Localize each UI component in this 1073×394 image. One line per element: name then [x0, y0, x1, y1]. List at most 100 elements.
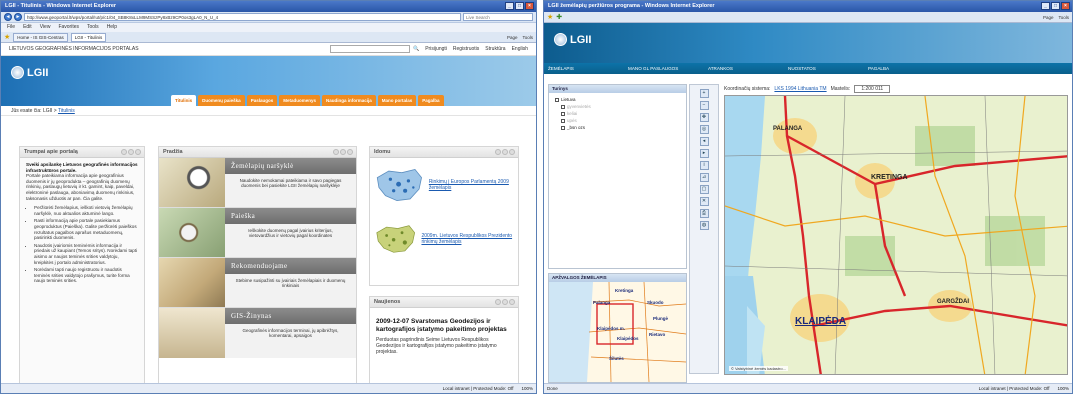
- panel-menu-icon[interactable]: [495, 299, 501, 305]
- full-extent-icon[interactable]: ◎: [699, 125, 709, 134]
- structure-link[interactable]: Struktūra: [485, 46, 505, 52]
- tab-lgii[interactable]: LGII - Titulinis: [70, 32, 107, 42]
- favorites-star-icon[interactable]: ★: [547, 13, 553, 21]
- maximize-button[interactable]: □: [515, 2, 524, 10]
- about-panel: Trumpai apie portalą Sveiki apsilankę Li…: [19, 146, 145, 384]
- print-icon[interactable]: ⎙: [699, 209, 709, 218]
- coord-system-link[interactable]: LKS 1994 Lithuania TM: [774, 86, 826, 92]
- menu-tools[interactable]: Tools: [87, 24, 99, 31]
- layer-checkbox[interactable]: [555, 97, 559, 102]
- menu-help[interactable]: Help: [107, 24, 117, 31]
- panel-minimize-icon[interactable]: [340, 149, 346, 155]
- window-controls: _ □ ×: [1041, 2, 1070, 10]
- forward-icon[interactable]: ►: [14, 13, 22, 21]
- menu-view[interactable]: View: [40, 24, 51, 31]
- clear-icon[interactable]: ✕: [699, 197, 709, 206]
- search-input[interactable]: Live Search: [463, 13, 533, 21]
- nav-search[interactable]: Duomenų paieška: [198, 95, 245, 106]
- page-menu[interactable]: Page: [1043, 15, 1054, 20]
- layer-checkbox[interactable]: [561, 104, 565, 109]
- menu-selections[interactable]: ATRANKOS: [708, 66, 788, 71]
- map-canvas[interactable]: PALANGA KRETINGA KLAIPĖDA GARGŽDAI © Val…: [724, 95, 1068, 375]
- president-election-map-link[interactable]: 2009m. Lietuvos Respublikos Prezidento r…: [421, 233, 514, 245]
- measure-icon[interactable]: ⊿: [699, 173, 709, 182]
- close-button[interactable]: ×: [525, 2, 534, 10]
- lgii-logo[interactable]: LGII: [554, 33, 591, 46]
- favorites-star-icon[interactable]: ★: [4, 33, 10, 41]
- prev-extent-icon[interactable]: ◂: [699, 137, 709, 146]
- layer-checkbox[interactable]: [561, 125, 565, 130]
- nav-myportal[interactable]: Mano portalas: [377, 95, 417, 106]
- select-icon[interactable]: ▢: [699, 185, 709, 194]
- login-link[interactable]: Prisijungti: [425, 46, 447, 52]
- menu-settings[interactable]: NUOSTATOS: [788, 66, 868, 71]
- menu-file[interactable]: File: [7, 24, 15, 31]
- minimize-button[interactable]: _: [1041, 2, 1050, 10]
- panel-minimize-icon[interactable]: [502, 149, 508, 155]
- breadcrumb-current[interactable]: Titulinis: [58, 108, 75, 114]
- layer-item[interactable]: keliai: [555, 110, 680, 117]
- english-link[interactable]: English: [512, 46, 528, 52]
- feature-recommended[interactable]: Rekomenduojame Stebime susipažinti su įva…: [159, 258, 356, 308]
- news-title[interactable]: 2009-12-07 Svarstomas Geodezijos ir kart…: [376, 318, 512, 333]
- search-icon[interactable]: 🔍: [413, 46, 419, 52]
- panel-menu-icon[interactable]: [121, 149, 127, 155]
- eu-election-map-link[interactable]: Rinkimų į Europos Parlamentą 2009 žemėla…: [429, 179, 514, 191]
- feature-gis-glossary[interactable]: GIS-Žinynas Geografinės informacijos term…: [159, 308, 356, 358]
- back-icon[interactable]: ◄: [4, 13, 12, 21]
- page-menu[interactable]: Page: [507, 35, 518, 40]
- add-favorite-icon[interactable]: ✚: [556, 13, 562, 21]
- map-thumbnail-eu[interactable]: Rinkimų į Europos Parlamentą 2009 žemėla…: [370, 158, 518, 212]
- menu-edit[interactable]: Edit: [23, 24, 32, 31]
- nav-help[interactable]: Pagalba: [418, 95, 444, 106]
- tools-menu[interactable]: Tools: [522, 35, 533, 40]
- zoom-out-icon[interactable]: −: [699, 101, 709, 110]
- panel-maximize-icon[interactable]: [509, 149, 515, 155]
- portal-search-input[interactable]: [329, 45, 410, 53]
- tab-home[interactable]: Home - IS GIS-Centras: [13, 32, 68, 42]
- register-link[interactable]: Registruotis: [453, 46, 479, 52]
- url-input[interactable]: http://www.geoportal.lt/wps/portal/!ut/p…: [24, 13, 461, 21]
- close-button[interactable]: ×: [1061, 2, 1070, 10]
- maximize-button[interactable]: □: [1051, 2, 1060, 10]
- minimize-button[interactable]: _: [505, 2, 514, 10]
- feature-desc: Stebime susipažinti su įvairiais žemėlap…: [235, 278, 346, 289]
- pan-icon[interactable]: ✥: [699, 113, 709, 122]
- nav-services[interactable]: Paslaugos: [246, 95, 278, 106]
- layer-checkbox[interactable]: [561, 111, 565, 116]
- panel-maximize-icon[interactable]: [509, 299, 515, 305]
- zoom-level[interactable]: 100%: [521, 386, 533, 391]
- feature-search[interactable]: Paieška Ieškokite duomenų pagal įvairius …: [159, 208, 356, 258]
- scale-select[interactable]: 1:200 011: [854, 84, 891, 93]
- layer-item[interactable]: upės: [555, 117, 680, 124]
- zoom-level[interactable]: 100%: [1057, 386, 1069, 391]
- menu-my-services[interactable]: MANO GL PASLAUGOS: [628, 66, 708, 71]
- menu-help[interactable]: PAGALBA: [868, 66, 948, 71]
- identify-icon[interactable]: i: [699, 161, 709, 170]
- lgii-logo[interactable]: LGII: [11, 66, 48, 79]
- features-panel: Pradžia Žemėlapių naršyklė Naudokite nemo…: [158, 146, 357, 384]
- tools-menu[interactable]: Tools: [1058, 15, 1069, 20]
- panel-menu-icon[interactable]: [495, 149, 501, 155]
- menu-map[interactable]: ŽEMĖLAPIS: [548, 66, 628, 71]
- layer-item[interactable]: _bsn ozs: [555, 124, 680, 131]
- nav-metadata[interactable]: Metaduomenys: [279, 95, 320, 106]
- next-extent-icon[interactable]: ▸: [699, 149, 709, 158]
- zoom-in-icon[interactable]: +: [699, 89, 709, 98]
- overview-map[interactable]: [549, 282, 686, 382]
- nav-info[interactable]: Naudinga informacija: [321, 95, 376, 106]
- about-list: Peržiūrėti žemėlapius, ieškoti vietovių …: [26, 205, 138, 284]
- menu-favorites[interactable]: Favorites: [58, 24, 79, 31]
- panel-menu-icon[interactable]: [333, 149, 339, 155]
- panel-minimize-icon[interactable]: [502, 299, 508, 305]
- globe-tool-icon[interactable]: ◍: [699, 221, 709, 230]
- panel-maximize-icon[interactable]: [135, 149, 141, 155]
- panel-maximize-icon[interactable]: [347, 149, 353, 155]
- nav-home[interactable]: Titulinis: [171, 95, 197, 106]
- layer-item[interactable]: gyvenvietės: [555, 103, 680, 110]
- map-thumbnail-president[interactable]: 2009m. Lietuvos Respublikos Prezidento r…: [370, 212, 518, 266]
- layer-item[interactable]: Lietuva: [555, 96, 680, 103]
- layer-checkbox[interactable]: [561, 118, 565, 123]
- panel-minimize-icon[interactable]: [128, 149, 134, 155]
- feature-map-browser[interactable]: Žemėlapių naršyklė Naudokite nemokamai pa…: [159, 158, 356, 208]
